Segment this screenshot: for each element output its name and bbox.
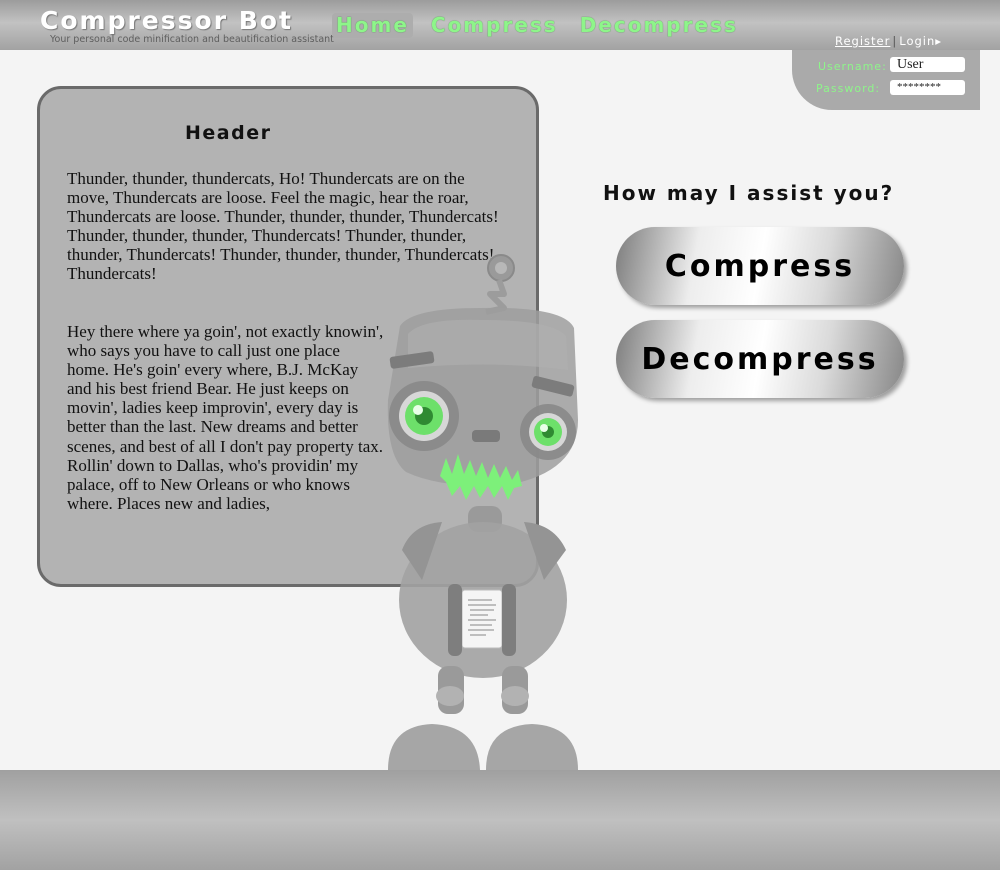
nav-compress[interactable]: Compress — [427, 13, 562, 38]
nav-decompress[interactable]: Decompress — [576, 13, 742, 38]
nav-home[interactable]: Home — [332, 13, 413, 38]
site-tagline: Your personal code minification and beau… — [50, 34, 334, 45]
auth-separator: | — [892, 34, 898, 48]
password-label: Password: — [816, 82, 881, 95]
content-paragraph-2: Hey there where ya goin', not exactly kn… — [67, 322, 384, 513]
decompress-button[interactable]: Decompress — [616, 320, 904, 398]
main-nav: Home Compress Decompress — [332, 13, 742, 38]
username-label: Username: — [818, 60, 887, 73]
register-link[interactable]: Register — [835, 34, 890, 48]
content-heading: Header — [185, 122, 272, 144]
site-logo-title[interactable]: Compressor Bot — [40, 6, 293, 35]
robot-mascot-illustration — [387, 254, 578, 770]
username-field[interactable]: User — [890, 57, 965, 72]
footer-bar — [0, 770, 1000, 870]
assist-prompt: How may I assist you? — [603, 181, 895, 205]
login-link[interactable]: Login▸ — [899, 34, 942, 48]
auth-links: Register | Login▸ — [835, 34, 942, 48]
password-field[interactable]: ******** — [890, 80, 965, 95]
compress-button[interactable]: Compress — [616, 227, 904, 305]
